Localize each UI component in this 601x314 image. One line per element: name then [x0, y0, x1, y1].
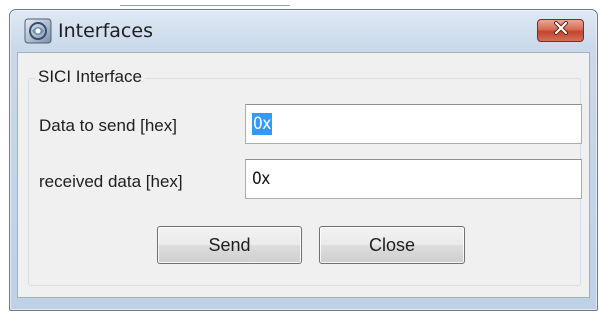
send-button[interactable]: Send — [157, 226, 302, 264]
window-title: Interfaces — [58, 20, 153, 42]
received-data-label: received data [hex] — [39, 172, 183, 191]
background-window-border — [120, 0, 290, 6]
data-to-send-label: Data to send [hex] — [39, 116, 177, 135]
groupbox-title: SICI Interface — [35, 67, 145, 87]
close-x-icon — [553, 21, 569, 40]
interfaces-app-icon — [24, 18, 52, 44]
received-data-input[interactable]: 0x — [245, 159, 582, 199]
interfaces-dialog: Interfaces SICI Interface Data to send [… — [9, 9, 598, 311]
screen: Interfaces SICI Interface Data to send [… — [0, 0, 601, 314]
received-data-value: 0x — [252, 169, 270, 189]
title-bar[interactable]: Interfaces — [10, 10, 597, 52]
dialog-client-area: SICI Interface Data to send [hex] 0x rec… — [17, 52, 590, 298]
background-window-edge — [0, 0, 601, 9]
data-to-send-value: 0x — [252, 113, 272, 135]
data-to-send-input[interactable]: 0x — [245, 104, 582, 144]
window-close-button[interactable] — [537, 19, 584, 42]
close-button[interactable]: Close — [319, 226, 465, 264]
